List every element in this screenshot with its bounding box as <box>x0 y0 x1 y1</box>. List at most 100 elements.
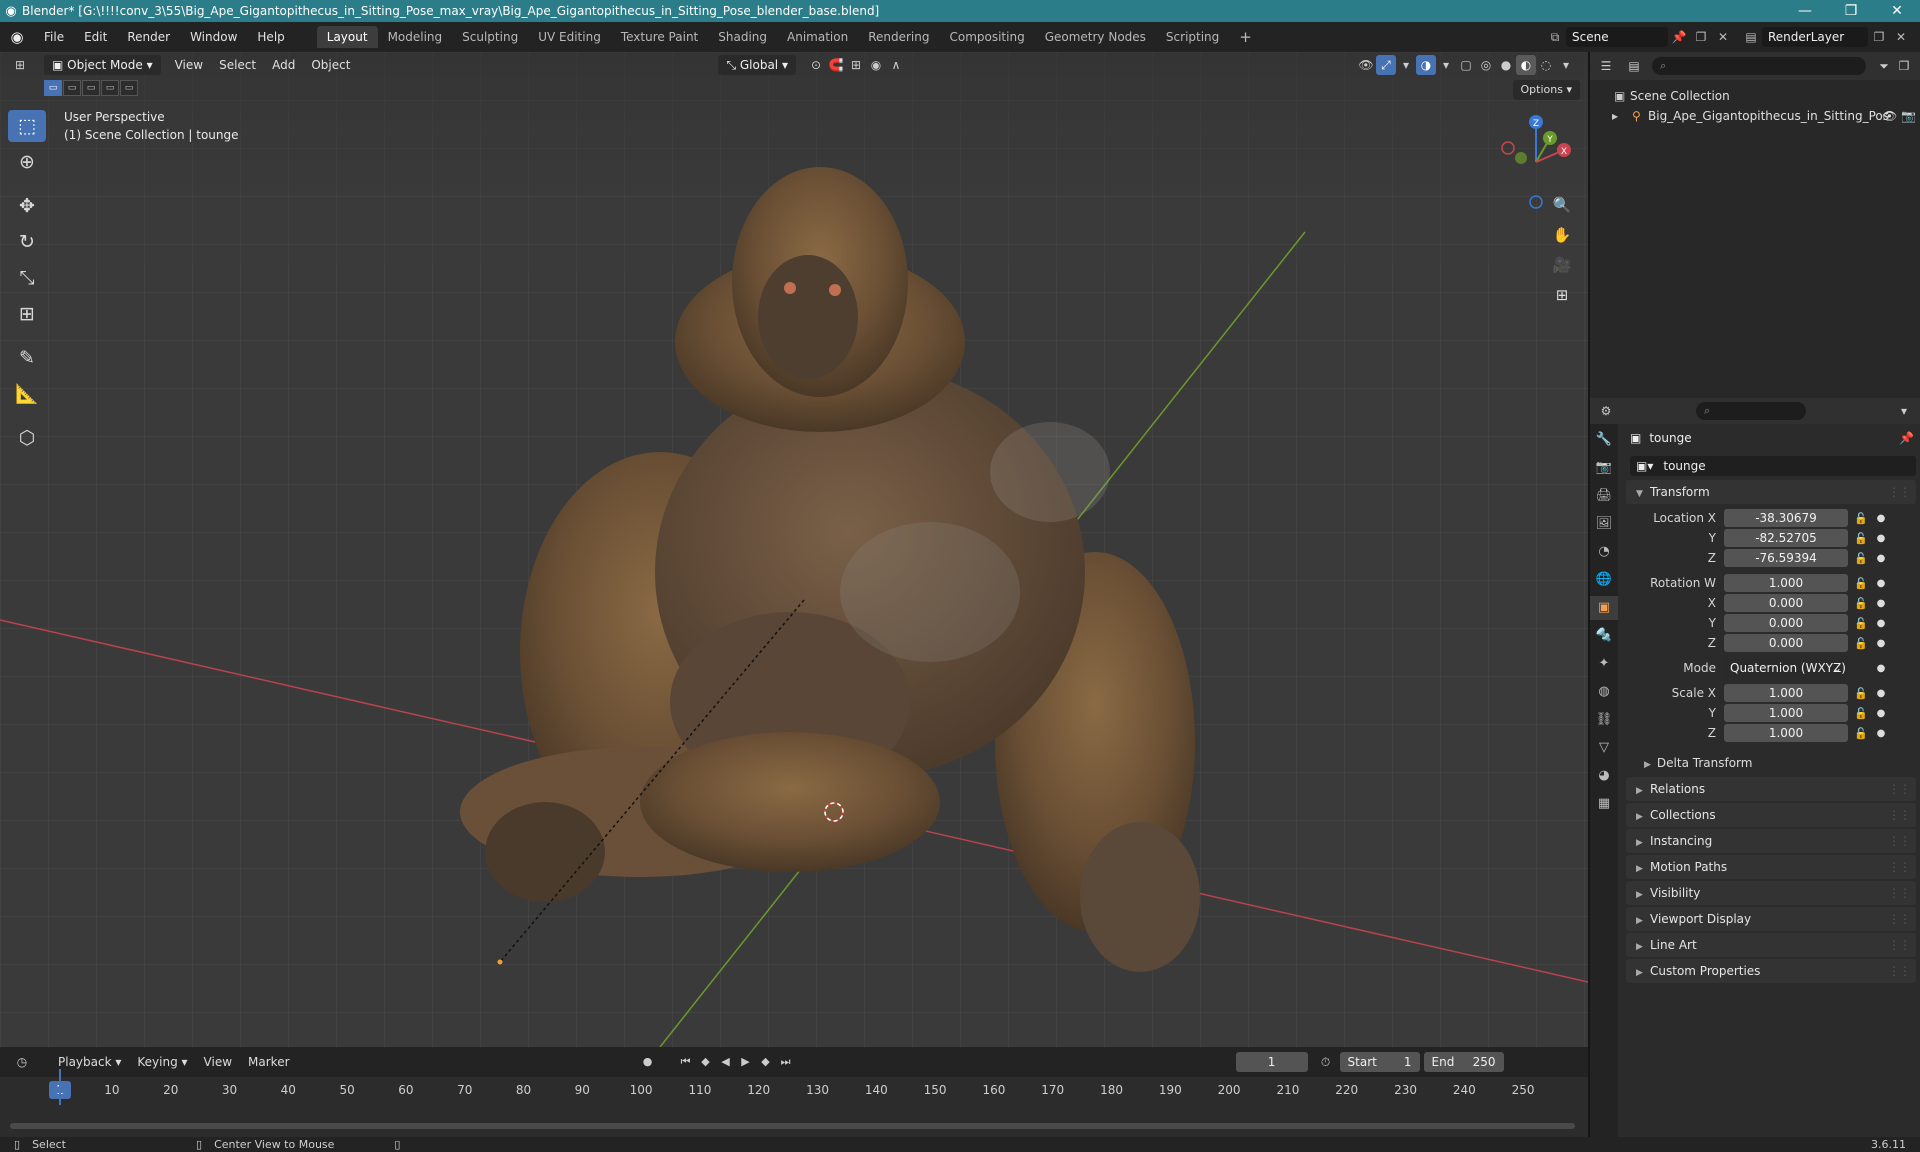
rotation-x-field[interactable]: 0.000 <box>1724 594 1848 612</box>
keyframe-dot-icon[interactable]: ● <box>1874 618 1888 629</box>
transform-panel-header[interactable]: ▼ Transform ⋮⋮ <box>1626 480 1916 504</box>
new-scene-icon[interactable]: ❐ <box>1690 30 1712 44</box>
overlays-menu-icon[interactable]: ▾ <box>1436 55 1456 75</box>
lock-icon[interactable]: 🔓 <box>1848 597 1874 610</box>
wireframe-shading-icon[interactable]: ◎ <box>1476 55 1496 75</box>
snap-icon[interactable]: 🧲 <box>826 55 846 75</box>
scene-icon[interactable]: ⧉ <box>1544 30 1566 45</box>
lock-icon[interactable]: 🔓 <box>1848 532 1874 545</box>
options-button[interactable]: Options ▾ <box>1512 80 1580 100</box>
scale-y-field[interactable]: 1.000 <box>1724 704 1848 722</box>
rotation-w-field[interactable]: 1.000 <box>1724 574 1848 592</box>
prev-keyframe-icon[interactable]: ◆ <box>696 1052 716 1072</box>
location-y-field[interactable]: -82.52705 <box>1724 529 1848 547</box>
tab-compositing[interactable]: Compositing <box>939 26 1034 48</box>
timeline-menu-playback[interactable]: Playback ▾ <box>50 1055 129 1069</box>
visibility-panel-header[interactable]: ▶ Visibility ⋮⋮ <box>1626 881 1916 905</box>
timeline-menu-view[interactable]: View <box>196 1055 240 1069</box>
keyframe-dot-icon[interactable]: ● <box>1874 598 1888 609</box>
jump-start-icon[interactable]: ⏮ <box>676 1052 696 1072</box>
custom-properties-panel-header[interactable]: ▶ Custom Properties ⋮⋮ <box>1626 959 1916 983</box>
object-tab-icon[interactable]: ▣ <box>1590 596 1618 620</box>
panel-grip-icon[interactable]: ⋮⋮ <box>1888 829 1911 853</box>
lock-icon[interactable]: 🔓 <box>1848 707 1874 720</box>
editor-type-icon[interactable]: ⊞ <box>10 55 30 75</box>
scene-tab-icon[interactable]: ◔ <box>1590 540 1618 564</box>
zoom-icon[interactable]: 🔍 <box>1548 192 1576 218</box>
cursor-tool-icon[interactable]: ⊕ <box>8 146 46 178</box>
view-layer-name-field[interactable]: RenderLayer <box>1762 27 1868 47</box>
material-tab-icon[interactable]: ◕ <box>1590 764 1618 788</box>
maximize-icon[interactable]: ❐ <box>1828 3 1874 19</box>
motion-paths-panel-header[interactable]: ▶ Motion Paths ⋮⋮ <box>1626 855 1916 879</box>
tool-tab-icon[interactable]: 🔧 <box>1590 428 1618 452</box>
start-frame-field[interactable]: Start 1 <box>1339 1052 1420 1072</box>
pan-hand-icon[interactable]: ✋ <box>1548 222 1576 248</box>
play-icon[interactable]: ▶ <box>736 1052 756 1072</box>
current-frame-field[interactable]: 1 <box>1235 1052 1308 1072</box>
timeline-scrollbar[interactable] <box>10 1123 1575 1129</box>
xray-icon[interactable]: ▢ <box>1456 55 1476 75</box>
relations-panel-header[interactable]: ▶ Relations ⋮⋮ <box>1626 777 1916 801</box>
panel-grip-icon[interactable]: ⋮⋮ <box>1888 881 1911 905</box>
select-invert-icon[interactable]: ▭ <box>101 80 119 96</box>
instancing-panel-header[interactable]: ▶ Instancing ⋮⋮ <box>1626 829 1916 853</box>
rotation-mode-dropdown[interactable]: Quaternion (WXYZ) ⌄ <box>1724 659 1848 677</box>
panel-grip-icon[interactable]: ⋮⋮ <box>1888 907 1911 931</box>
properties-search-input[interactable]: ⌕ <box>1696 402 1806 420</box>
tab-uv-editing[interactable]: UV Editing <box>528 26 611 48</box>
gizmo-menu-icon[interactable]: ▾ <box>1396 55 1416 75</box>
tab-rendering[interactable]: Rendering <box>858 26 939 48</box>
scale-tool-icon[interactable]: ⤡ <box>8 262 46 294</box>
menu-window[interactable]: Window <box>180 30 247 44</box>
panel-grip-icon[interactable]: ⋮⋮ <box>1888 777 1911 801</box>
tab-shading[interactable]: Shading <box>708 26 777 48</box>
tab-geometry-nodes[interactable]: Geometry Nodes <box>1035 26 1156 48</box>
location-z-field[interactable]: -76.59394 <box>1724 549 1848 567</box>
pivot-point-icon[interactable]: ⊙ <box>806 55 826 75</box>
measure-tool-icon[interactable]: 📐 <box>8 378 46 410</box>
select-intersect-icon[interactable]: ▭ <box>120 80 138 96</box>
move-tool-icon[interactable]: ✥ <box>8 190 46 222</box>
rotate-tool-icon[interactable]: ↻ <box>8 226 46 258</box>
output-tab-icon[interactable]: 🖨 <box>1590 484 1618 508</box>
outliner-search-input[interactable]: ⌕ <box>1652 57 1866 75</box>
proportional-edit-icon[interactable]: ◉ <box>866 55 886 75</box>
scene-name-field[interactable]: Scene <box>1566 27 1668 47</box>
timeline-ruler[interactable]: 1 10203040506070809010011012013014015016… <box>0 1077 1588 1103</box>
render-tab-icon[interactable]: 📷 <box>1590 456 1618 480</box>
delete-scene-icon[interactable]: ✕ <box>1712 30 1734 44</box>
filter-icon[interactable]: ⏷ <box>1874 56 1894 76</box>
transform-orientation-dropdown[interactable]: ⤡ Global ▾ <box>718 55 796 75</box>
play-reverse-icon[interactable]: ◀ <box>716 1052 736 1072</box>
rotation-z-field[interactable]: 0.000 <box>1724 634 1848 652</box>
particles-tab-icon[interactable]: ✦ <box>1590 652 1618 676</box>
expand-arrow-icon[interactable]: ▸ <box>1612 106 1628 126</box>
add-cube-tool-icon[interactable]: ⬡ <box>8 422 46 454</box>
minimize-icon[interactable]: — <box>1782 3 1828 19</box>
viewport-menu-add[interactable]: Add <box>264 55 303 75</box>
next-keyframe-icon[interactable]: ◆ <box>756 1052 776 1072</box>
gizmo-neg-y-axis[interactable] <box>1515 152 1527 164</box>
new-view-layer-icon[interactable]: ❐ <box>1868 30 1890 44</box>
scale-x-field[interactable]: 1.000 <box>1724 684 1848 702</box>
panel-grip-icon[interactable]: ⋮⋮ <box>1888 959 1911 983</box>
lock-icon[interactable]: 🔓 <box>1848 512 1874 525</box>
keyframe-dot-icon[interactable]: ● <box>1874 553 1888 564</box>
eye-icon[interactable]: 👁 <box>1882 109 1897 123</box>
view-layer-tab-icon[interactable]: 🖼 <box>1590 512 1618 536</box>
tab-modeling[interactable]: Modeling <box>378 26 453 48</box>
view-layer-icon[interactable]: ▤ <box>1740 30 1762 44</box>
visibility-icon[interactable]: 👁 <box>1356 55 1376 75</box>
delta-transform-subpanel[interactable]: ▶ Delta Transform <box>1644 751 1920 775</box>
lock-icon[interactable]: 🔓 <box>1848 617 1874 630</box>
tab-layout[interactable]: Layout <box>316 26 378 48</box>
panel-grip-icon[interactable]: ⋮⋮ <box>1888 803 1911 827</box>
jump-end-icon[interactable]: ⏭ <box>776 1052 796 1072</box>
keyframe-dot-icon[interactable]: ● <box>1874 708 1888 719</box>
end-frame-field[interactable]: End 250 <box>1423 1052 1504 1072</box>
viewport-menu-object[interactable]: Object <box>303 55 358 75</box>
falloff-icon[interactable]: ∧ <box>886 55 906 75</box>
keyframe-dot-icon[interactable]: ● <box>1874 513 1888 524</box>
properties-options-icon[interactable]: ▾ <box>1894 401 1914 421</box>
